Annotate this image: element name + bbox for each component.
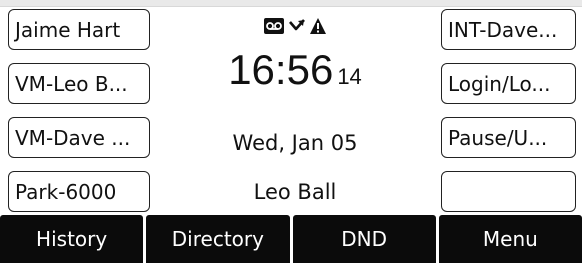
- phone-screen: Jaime Hart VM-Leo B... VM-Dave ... Park-…: [0, 0, 582, 263]
- directory-softkey[interactable]: Directory: [146, 215, 290, 263]
- right-line-keys: INT-Dave... Login/Lo... Pause/U...: [441, 9, 582, 212]
- clock-seconds: 14: [337, 64, 362, 89]
- line-key-5[interactable]: INT-Dave...: [441, 9, 576, 50]
- voicemail-icon: [264, 18, 284, 34]
- line-key-2[interactable]: VM-Leo B...: [8, 63, 150, 104]
- clock-time: 16:56: [228, 46, 334, 93]
- line-key-6[interactable]: Login/Lo...: [441, 63, 576, 104]
- line-key-7[interactable]: Pause/U...: [441, 117, 576, 158]
- clock: 16:56 14: [152, 46, 438, 94]
- account-name: Leo Ball: [253, 180, 337, 204]
- dnd-softkey[interactable]: DND: [292, 215, 436, 263]
- left-line-keys: Jaime Hart VM-Leo B... VM-Dave ... Park-…: [8, 9, 150, 212]
- status-bar: [152, 14, 438, 38]
- missed-call-icon: [289, 19, 305, 31]
- line-key-8[interactable]: [441, 171, 576, 212]
- line-key-3[interactable]: VM-Dave ...: [8, 117, 150, 158]
- line-key-1[interactable]: Jaime Hart: [8, 9, 150, 50]
- idle-display: 16:56 14 Wed, Jan 05 Leo Ball: [152, 14, 438, 212]
- softkey-bar: History Directory DND Menu: [0, 215, 582, 263]
- top-edge: [0, 0, 582, 7]
- date-display: Wed, Jan 05: [232, 131, 358, 155]
- history-softkey[interactable]: History: [0, 215, 144, 263]
- line-key-4[interactable]: Park-6000: [8, 171, 150, 212]
- warning-icon: [310, 18, 326, 34]
- menu-softkey[interactable]: Menu: [438, 215, 582, 263]
